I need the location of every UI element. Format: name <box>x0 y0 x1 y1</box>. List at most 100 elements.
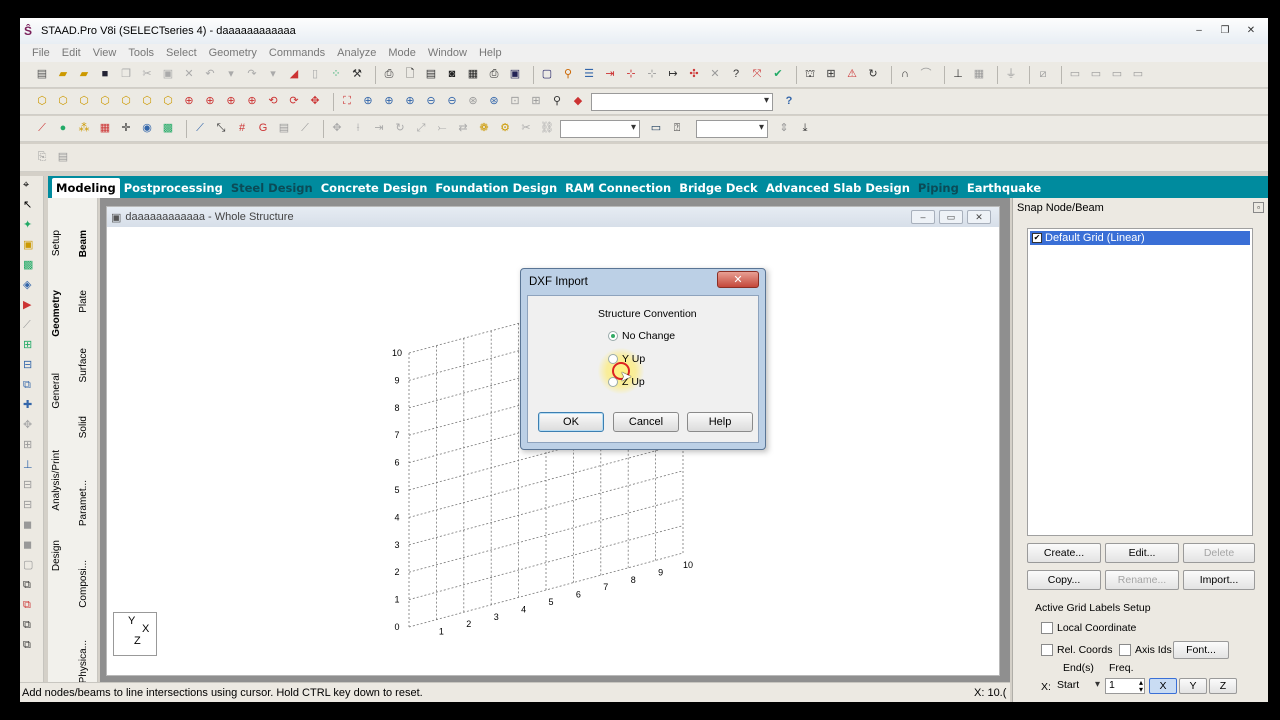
menu-tools[interactable]: Tools <box>122 47 160 59</box>
search-icon[interactable]: ⚲ <box>549 94 565 110</box>
print-icon[interactable]: ⎙ <box>381 67 397 83</box>
spec-cursor-icon[interactable]: ◼ <box>23 520 39 536</box>
rotate-model-icon[interactable]: ↻ <box>392 121 408 137</box>
node-cursor-icon[interactable]: ⇥ <box>602 67 618 83</box>
load-cursor-icon[interactable]: ⊟ <box>23 480 39 496</box>
load-case-combo[interactable] <box>560 119 640 138</box>
cut-icon[interactable]: ✂ <box>139 67 155 83</box>
group-cursor-icon[interactable]: ⧉ <box>23 380 39 396</box>
cross-select-icon[interactable]: ✣ <box>686 67 702 83</box>
import-button[interactable]: Import... <box>1183 570 1255 590</box>
grid-checkbox[interactable]: ✔ <box>1032 233 1042 243</box>
support-cursor-icon[interactable]: ⊥ <box>23 460 39 476</box>
query-box-icon[interactable]: ⍰ <box>669 121 685 137</box>
stretch-icon[interactable]: ⤧ <box>749 67 765 83</box>
dialog-close-button[interactable]: ✕ <box>717 271 759 288</box>
add-cursor-icon[interactable]: ✚ <box>23 400 39 416</box>
tab-advanced-slab-design[interactable]: Advanced Slab Design <box>762 181 914 198</box>
paste-icon[interactable]: ▣ <box>160 67 176 83</box>
print-export-icon[interactable]: ⎙ <box>486 67 502 83</box>
menu-geometry[interactable]: Geometry <box>203 47 263 59</box>
zoom-extents-icon[interactable]: ⛶ <box>339 94 355 110</box>
tab-modeling[interactable]: Modeling <box>52 178 120 198</box>
front-view-icon[interactable]: ⬡ <box>55 94 71 110</box>
print-current-icon[interactable]: ▤ <box>423 67 439 83</box>
viewport-minimize-button[interactable]: – <box>911 210 935 224</box>
translational-repeat-icon[interactable]: ⟋ <box>192 121 208 137</box>
undo-icon[interactable]: ↶ <box>202 67 218 83</box>
table-view-icon[interactable]: ▤ <box>55 150 71 166</box>
minimize-button[interactable]: – <box>1188 23 1210 37</box>
redo-icon[interactable]: ↷ <box>244 67 260 83</box>
merge-icon[interactable]: ⤚ <box>434 121 450 137</box>
open-folder-icon[interactable]: ▰ <box>55 67 71 83</box>
geometry-cursor-icon[interactable]: ⟋ <box>23 320 39 336</box>
axis-x-button[interactable]: X <box>1149 678 1177 694</box>
rename-button[interactable]: Rename... <box>1105 570 1179 590</box>
delete-button[interactable]: Delete <box>1183 543 1255 563</box>
camera-icon[interactable]: ◙ <box>444 67 460 83</box>
side-tab-setup[interactable]: Setup <box>51 230 62 256</box>
side-tab-design[interactable]: Design <box>51 540 62 571</box>
axis-icon[interactable]: ✛ <box>118 121 134 137</box>
check-icon[interactable]: ✔ <box>770 67 786 83</box>
side-tab-plate[interactable]: Plate <box>78 290 89 313</box>
close-button[interactable]: ✕ <box>1240 23 1262 37</box>
axis-y-button[interactable]: Y <box>1179 678 1207 694</box>
font-button[interactable]: Font... <box>1173 641 1229 659</box>
gear-icon[interactable]: ⚙ <box>497 121 513 137</box>
menu-edit[interactable]: Edit <box>56 47 87 59</box>
report-icon[interactable]: ▦ <box>465 67 481 83</box>
menu-mode[interactable]: Mode <box>382 47 422 59</box>
back-view-icon[interactable]: ⬡ <box>76 94 92 110</box>
rotate-left-icon[interactable]: ⊕ <box>223 94 239 110</box>
tab-postprocessing[interactable]: Postprocessing <box>120 181 227 198</box>
support-icon[interactable]: ⏚ <box>1003 67 1019 83</box>
local-coordinate-checkbox[interactable]: Local Coordinate <box>1041 622 1136 634</box>
tab-earthquake[interactable]: Earthquake <box>963 181 1045 198</box>
value-field[interactable] <box>696 119 768 138</box>
draw-line-icon[interactable]: ⟋ <box>297 121 313 137</box>
side-tab-physical[interactable]: Physica... <box>78 640 89 683</box>
repeat-cursor-icon[interactable]: ⧉ <box>23 580 39 596</box>
zoom-window-icon[interactable]: ⊕ <box>381 94 397 110</box>
table-icon[interactable]: ▤ <box>276 121 292 137</box>
picture-icon[interactable]: ▣ <box>507 67 523 83</box>
break-beam-icon[interactable]: G <box>255 121 271 137</box>
grid-cursor-icon[interactable]: ⊹ <box>644 67 660 83</box>
insert-node-icon[interactable]: # <box>234 121 250 137</box>
deselect-icon[interactable]: ✕ <box>707 67 723 83</box>
spinner-arrows-icon[interactable]: ▴ ▾ <box>1139 679 1143 694</box>
side-tab-composite[interactable]: Composi... <box>78 560 89 608</box>
move-cursor-icon[interactable]: ✥ <box>23 420 39 436</box>
zoom-in-icon[interactable]: ⊕ <box>360 94 376 110</box>
rotate-down-icon[interactable]: ⊕ <box>202 94 218 110</box>
hammer-icon[interactable]: ⚒ <box>349 67 365 83</box>
menu-help[interactable]: Help <box>473 47 508 59</box>
tab-concrete-design[interactable]: Concrete Design <box>317 181 432 198</box>
insert-cursor-icon[interactable]: ⧉ <box>23 600 39 616</box>
zoom-dynamic-icon[interactable]: ⊕ <box>402 94 418 110</box>
scale-icon[interactable]: ⤢ <box>413 121 429 137</box>
tab-foundation-design[interactable]: Foundation Design <box>431 181 561 198</box>
offset-cursor-icon[interactable]: ▢ <box>23 560 39 576</box>
menu-file[interactable]: File <box>26 47 56 59</box>
edit-property-icon[interactable]: ⧄ <box>1035 67 1051 83</box>
pointer-icon[interactable]: ↖ <box>23 200 39 216</box>
window-cascade-icon[interactable]: ▭ <box>1088 67 1104 83</box>
paste-special-icon[interactable]: ⎘ <box>34 150 50 166</box>
scissors-icon[interactable]: ✂ <box>518 121 534 137</box>
side-tab-general[interactable]: General <box>51 373 62 409</box>
property-cursor-icon[interactable]: ⊞ <box>23 440 39 456</box>
beam-cursor-icon[interactable]: ▣ <box>23 240 39 256</box>
zoom-previous-icon[interactable]: ⊖ <box>444 94 460 110</box>
tab-steel-design[interactable]: Steel Design <box>227 181 317 198</box>
save-icon[interactable]: ■ <box>97 67 113 83</box>
select-cursor-icon[interactable]: ⌖ <box>23 180 39 196</box>
tab-bridge-deck[interactable]: Bridge Deck <box>675 181 761 198</box>
query-icon[interactable]: ? <box>728 67 744 83</box>
create-button[interactable]: Create... <box>1027 543 1101 563</box>
solid-cursor-icon[interactable]: ◈ <box>23 280 39 296</box>
side-tab-beam[interactable]: Beam <box>78 230 89 257</box>
window-tile-icon[interactable]: ▭ <box>1067 67 1083 83</box>
